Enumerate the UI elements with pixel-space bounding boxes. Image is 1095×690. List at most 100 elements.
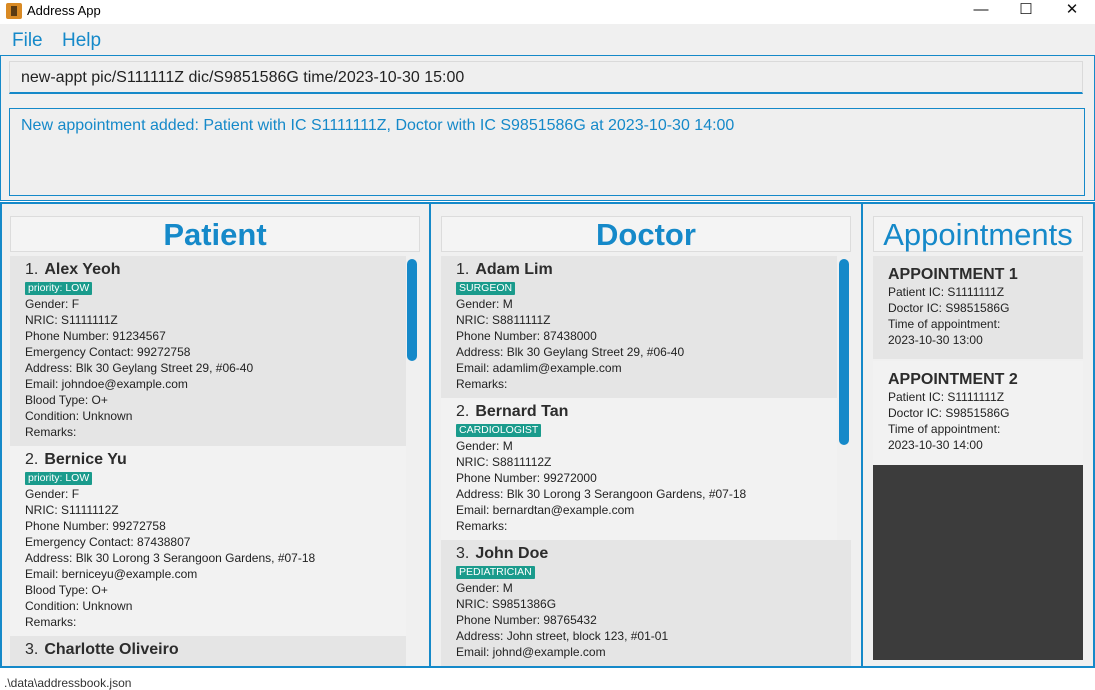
- doctor-header: Doctor: [441, 216, 851, 252]
- patient-remarks: Remarks:: [25, 425, 77, 439]
- appointment-card[interactable]: APPOINTMENT 1 Patient IC: S1111111Z Doct…: [873, 256, 1083, 359]
- patient-phone: Phone Number: 99272758: [25, 519, 166, 533]
- doctor-name-text: John Doe: [475, 545, 549, 562]
- patient-emergency: Emergency Contact: 99272758: [25, 345, 191, 359]
- appointments-panel: Appointments APPOINTMENT 1 Patient IC: S…: [861, 202, 1095, 668]
- patient-card[interactable]: 2. Bernice Yu priority: LOW Gender: F NRI…: [10, 446, 406, 636]
- doctor-scrollbar[interactable]: [839, 259, 849, 445]
- doctor-email: Email: adamlim@example.com: [456, 361, 622, 375]
- title-bar: Address App — ☐ ✕: [0, 0, 1095, 24]
- doctor-address: Address: John street, block 123, #01-01: [456, 629, 669, 643]
- result-panel: New appointment added: Patient with IC S…: [0, 102, 1095, 201]
- patient-condition: Condition: Unknown: [25, 599, 133, 613]
- close-button[interactable]: ✕: [1049, 0, 1095, 22]
- status-bar: .\data\addressbook.json: [0, 670, 1095, 690]
- patient-scrollbar[interactable]: [407, 259, 417, 361]
- patient-index: 3.: [25, 641, 39, 658]
- doctor-address: Address: Blk 30 Geylang Street 29, #06-4…: [456, 345, 685, 359]
- appointment-card[interactable]: APPOINTMENT 2 Patient IC: S1111111Z Doct…: [873, 361, 1083, 465]
- window-title: Address App: [27, 3, 101, 18]
- patient-index: 1.: [25, 261, 39, 278]
- minimize-button[interactable]: —: [958, 0, 1004, 22]
- doctor-name-text: Bernard Tan: [475, 403, 569, 420]
- appointment-time-label: Time of appointment:: [888, 422, 1001, 436]
- patient-card[interactable]: 3. Charlotte Oliveiro: [10, 636, 406, 666]
- patient-list[interactable]: 1. Alex Yeoh priority: LOW Gender: F NRIC…: [10, 256, 406, 666]
- doctor-phone: Phone Number: 99272000: [456, 471, 597, 485]
- patient-gender: Gender: F: [25, 297, 80, 311]
- patient-nric: NRIC: S1111111Z: [25, 313, 118, 327]
- patient-name: 3. Charlotte Oliveiro: [25, 641, 406, 659]
- appointments-header: Appointments: [873, 216, 1083, 252]
- doctor-remarks: Remarks:: [456, 377, 508, 391]
- appointment-doctor-ic: Doctor IC: S9851586G: [888, 406, 1010, 420]
- doctor-index: 3.: [456, 545, 470, 562]
- doctor-card[interactable]: 1. Adam Lim SURGEON Gender: M NRIC: S8811…: [441, 256, 837, 398]
- doctor-email: Email: johnd@example.com: [456, 645, 606, 659]
- patient-emergency: Emergency Contact: 87438807: [25, 535, 191, 549]
- priority-tag: priority: LOW: [25, 282, 93, 295]
- doctor-card[interactable]: 2. Bernard Tan CARDIOLOGIST Gender: M NRI…: [441, 398, 837, 540]
- result-display: New appointment added: Patient with IC S…: [9, 108, 1085, 196]
- specialty-tag: CARDIOLOGIST: [456, 424, 542, 437]
- patient-phone: Phone Number: 91234567: [25, 329, 166, 343]
- menu-bar: File Help: [0, 24, 1095, 56]
- doctor-index: 2.: [456, 403, 470, 420]
- doctor-card[interactable]: 3. John Doe PEDIATRICIAN Gender: M NRIC: …: [441, 540, 851, 666]
- appointment-time-label: Time of appointment:: [888, 317, 1001, 331]
- patient-index: 2.: [25, 451, 39, 468]
- patient-nric: NRIC: S1111112Z: [25, 503, 119, 517]
- appointment-title: APPOINTMENT 2: [888, 371, 1018, 388]
- patient-gender: Gender: F: [25, 487, 80, 501]
- doctor-name-text: Adam Lim: [475, 261, 553, 278]
- doctor-gender: Gender: M: [456, 297, 513, 311]
- specialty-tag: SURGEON: [456, 282, 516, 295]
- menu-file[interactable]: File: [12, 30, 43, 52]
- patient-name-text: Bernice Yu: [44, 451, 127, 468]
- priority-tag: priority: LOW: [25, 472, 93, 485]
- doctor-phone: Phone Number: 98765432: [456, 613, 597, 627]
- patient-remarks: Remarks:: [25, 615, 77, 629]
- doctor-name: 3. John Doe: [456, 545, 851, 563]
- doctor-gender: Gender: M: [456, 439, 513, 453]
- patient-name-text: Alex Yeoh: [44, 261, 121, 278]
- doctor-panel: Doctor 1. Adam Lim SURGEON Gender: M NRIC…: [429, 202, 863, 668]
- doctor-nric: NRIC: S8811112Z: [456, 455, 552, 469]
- doctor-address: Address: Blk 30 Lorong 3 Serangoon Garde…: [456, 487, 747, 501]
- main-area: Patient 1. Alex Yeoh priority: LOW Gender…: [0, 202, 1095, 670]
- doctor-phone: Phone Number: 87438000: [456, 329, 597, 343]
- menu-help[interactable]: Help: [62, 30, 101, 52]
- patient-name: 1. Alex Yeoh: [25, 261, 406, 279]
- doctor-list[interactable]: 1. Adam Lim SURGEON Gender: M NRIC: S8811…: [441, 256, 851, 666]
- appointment-doctor-ic: Doctor IC: S9851586G: [888, 301, 1010, 315]
- doctor-nric: NRIC: S8811111Z: [456, 313, 551, 327]
- appointments-empty-area: [873, 465, 1083, 660]
- doctor-name: 2. Bernard Tan: [456, 403, 837, 421]
- doctor-nric: NRIC: S9851386G: [456, 597, 557, 611]
- patient-panel: Patient 1. Alex Yeoh priority: LOW Gender…: [0, 202, 431, 668]
- patient-blood: Blood Type: O+: [25, 393, 108, 407]
- patient-email: Email: johndoe@example.com: [25, 377, 188, 391]
- app-icon: [6, 3, 22, 19]
- doctor-email: Email: bernardtan@example.com: [456, 503, 635, 517]
- appointment-time: 2023-10-30 14:00: [888, 438, 983, 452]
- doctor-name: 1. Adam Lim: [456, 261, 837, 279]
- command-input[interactable]: new-appt pic/S111111Z dic/S9851586G time…: [9, 61, 1083, 94]
- patient-blood: Blood Type: O+: [25, 583, 108, 597]
- appointment-time: 2023-10-30 13:00: [888, 333, 983, 347]
- appointment-patient-ic: Patient IC: S1111111Z: [888, 285, 1005, 299]
- appointment-patient-ic: Patient IC: S1111111Z: [888, 390, 1005, 404]
- patient-card[interactable]: 1. Alex Yeoh priority: LOW Gender: F NRIC…: [10, 256, 406, 446]
- data-file-path: .\data\addressbook.json: [4, 676, 132, 690]
- command-panel: new-appt pic/S111111Z dic/S9851586G time…: [0, 55, 1095, 103]
- maximize-button[interactable]: ☐: [1003, 0, 1049, 22]
- patient-name: 2. Bernice Yu: [25, 451, 406, 469]
- patient-address: Address: Blk 30 Geylang Street 29, #06-4…: [25, 361, 254, 375]
- patient-name-text: Charlotte Oliveiro: [44, 641, 179, 658]
- doctor-remarks: Remarks:: [456, 519, 508, 533]
- appointment-title: APPOINTMENT 1: [888, 266, 1018, 283]
- doctor-gender: Gender: M: [456, 581, 513, 595]
- specialty-tag: PEDIATRICIAN: [456, 566, 535, 579]
- patient-address: Address: Blk 30 Lorong 3 Serangoon Garde…: [25, 551, 316, 565]
- doctor-index: 1.: [456, 261, 470, 278]
